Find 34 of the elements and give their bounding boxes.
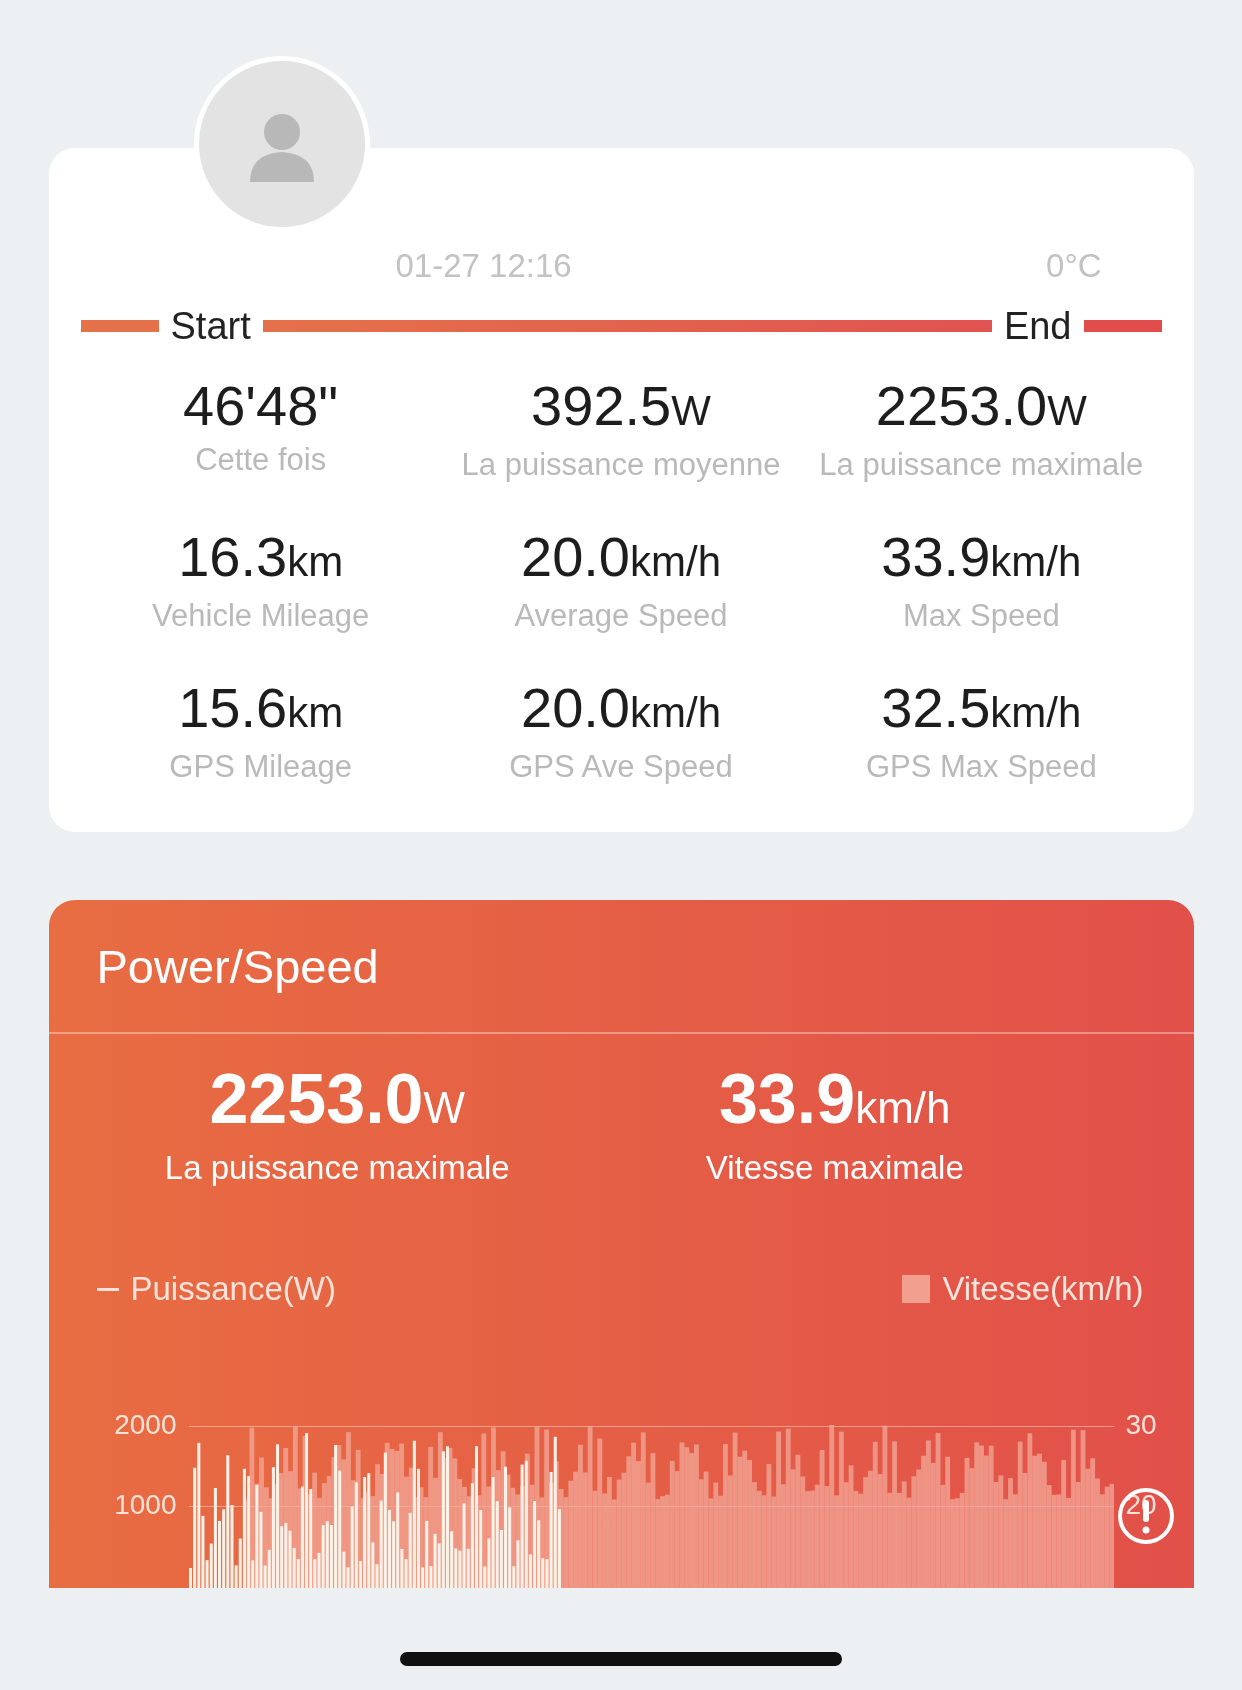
highlight-value: 33.9km/h (718, 1059, 951, 1140)
stat-value: 2253.0W (875, 373, 1087, 439)
stat-label: GPS Ave Speed (509, 749, 733, 785)
legend-square-icon (902, 1275, 931, 1303)
legend-label: Puissance(W) (130, 1270, 336, 1308)
axis-tick-label: 1000 (114, 1489, 177, 1521)
highlight-value: 2253.0W (209, 1059, 466, 1140)
stat-label: Max Speed (902, 598, 1060, 634)
legend-label: Vitesse(km/h) (942, 1270, 1144, 1308)
legend-line-icon (96, 1287, 119, 1291)
end-label: End (1003, 304, 1072, 348)
stat-value: 16.3km (178, 524, 344, 590)
stat-value: 15.6km (178, 675, 344, 741)
stat-label: Cette fois (195, 442, 327, 478)
stat-value: 33.9km/h (881, 524, 1082, 590)
stat-label: GPS Max Speed (865, 749, 1097, 785)
start-label: Start (170, 304, 251, 348)
temperature: 0°C (1046, 247, 1102, 285)
stat-value: 32.5km/h (881, 675, 1082, 741)
stat-label: La puissance maximale (819, 447, 1144, 483)
ride-date: 01-27 12:16 (395, 247, 572, 285)
stat-label: La puissance moyenne (461, 447, 781, 483)
stat-label: Average Speed (514, 598, 728, 634)
stat-value: 20.0km/h (521, 524, 721, 590)
highlight-label: Vitesse maximale (705, 1149, 964, 1187)
axis-tick-label: 2000 (114, 1409, 177, 1441)
stat-label: Vehicle Mileage (152, 598, 370, 634)
axis-tick-label: 30 (1125, 1409, 1157, 1441)
stat-value: 20.0km/h (521, 675, 721, 741)
stat-value: 46'48" (183, 373, 339, 439)
card-title: Power/Speed (48, 900, 1194, 1034)
stat-value: 392.5W (531, 373, 711, 439)
stat-label: GPS Mileage (169, 749, 352, 785)
highlight-label: La puissance maximale (164, 1149, 510, 1187)
